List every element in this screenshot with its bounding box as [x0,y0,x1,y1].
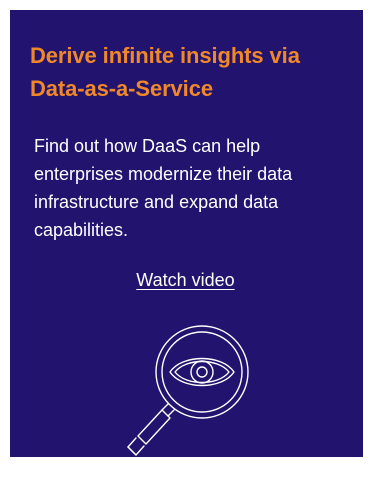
magnifier-eye-icon [127,325,249,456]
cta-container: Watch video [30,266,341,296]
promo-description: Find out how DaaS can help enterprises m… [34,136,293,240]
watch-video-link[interactable]: Watch video [136,270,234,290]
promo-headline: Derive infinite insights via Data-as-a-S… [30,43,300,101]
promo-card: Derive infinite insights via Data-as-a-S… [10,10,363,457]
